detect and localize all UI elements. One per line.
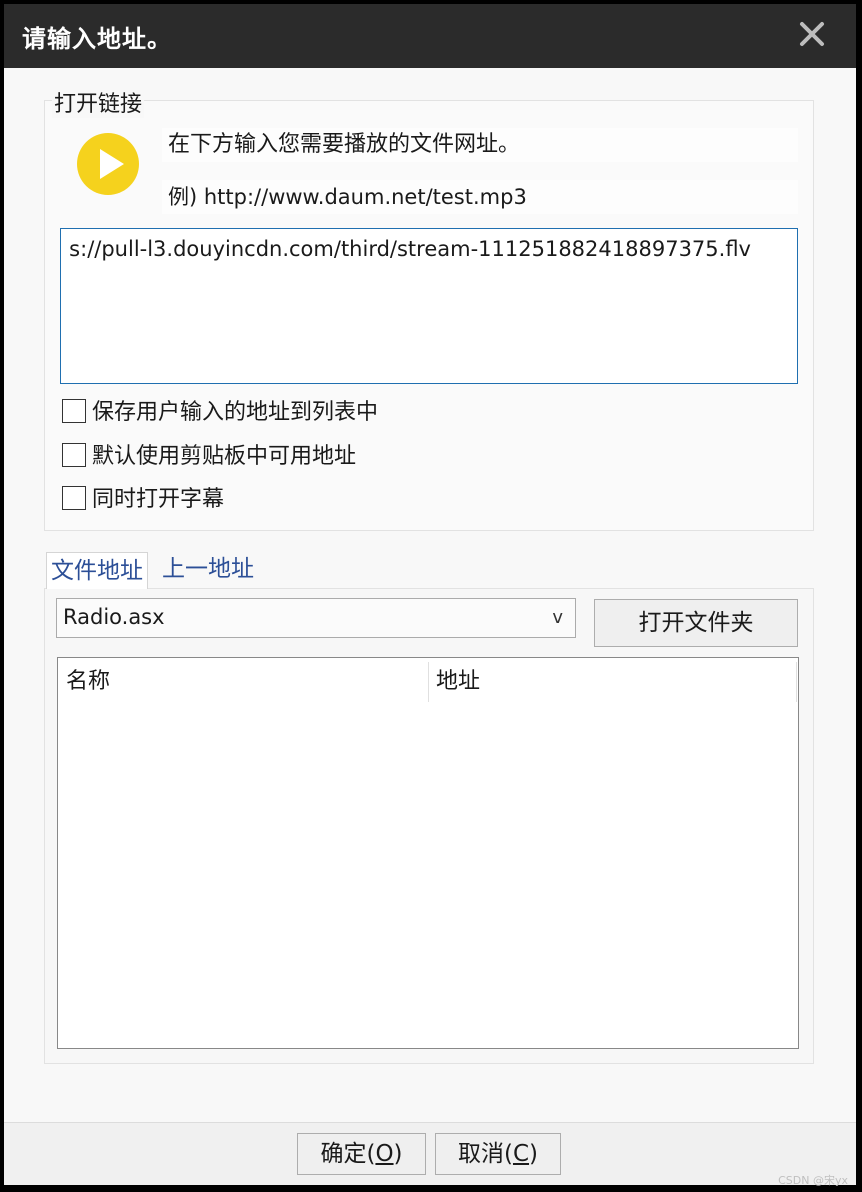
checkbox-box[interactable] xyxy=(62,486,86,510)
use-clipboard-checkbox[interactable]: 默认使用剪贴板中可用地址 xyxy=(62,442,356,472)
url-input-value: s://pull-l3.douyincdn.com/third/stream-1… xyxy=(69,237,751,261)
chevron-down-icon[interactable]: v xyxy=(552,607,563,628)
watermark: CSDN @宋yx xyxy=(778,1174,848,1187)
example-text: 例) http://www.daum.net/test.mp3 xyxy=(162,180,798,214)
checkbox-box[interactable] xyxy=(62,399,86,423)
open-folder-button[interactable]: 打开文件夹 xyxy=(594,599,798,647)
column-divider xyxy=(796,662,797,702)
dialog-title: 请输入地址。 xyxy=(22,25,172,53)
use-clipboard-label: 默认使用剪贴板中可用地址 xyxy=(92,444,357,469)
open-subtitle-checkbox[interactable]: 同时打开字幕 xyxy=(62,485,224,515)
play-icon xyxy=(77,133,139,195)
dialog-footer xyxy=(4,1122,856,1185)
column-header-name[interactable]: 名称 xyxy=(66,664,110,700)
checkbox-box[interactable] xyxy=(62,443,86,467)
instruction-text: 在下方输入您需要播放的文件网址。 xyxy=(162,128,798,162)
cancel-accelerator: C xyxy=(512,1141,530,1167)
column-header-address[interactable]: 地址 xyxy=(436,664,480,700)
dialog-window: 请输入地址。 打开链接 在下方输入您需要播放的文件网址。 例) http://w… xyxy=(4,4,856,1187)
file-combo-box[interactable]: Radio.asx v xyxy=(56,598,576,638)
open-link-legend: 打开链接 xyxy=(52,86,145,118)
combo-value: Radio.asx xyxy=(63,605,165,629)
file-list[interactable]: 名称 地址 xyxy=(57,657,799,1049)
save-to-list-checkbox[interactable]: 保存用户输入的地址到列表中 xyxy=(62,398,378,428)
title-bar: 请输入地址。 xyxy=(4,4,856,68)
cancel-label: 取消( xyxy=(457,1141,513,1167)
close-icon[interactable] xyxy=(794,16,830,52)
column-divider[interactable] xyxy=(428,662,429,702)
ok-accelerator: O xyxy=(375,1141,394,1167)
ok-button[interactable]: 确定(O) xyxy=(297,1133,426,1175)
save-to-list-label: 保存用户输入的地址到列表中 xyxy=(92,400,379,425)
url-input[interactable]: s://pull-l3.douyincdn.com/third/stream-1… xyxy=(60,228,798,384)
ok-label-close: ) xyxy=(393,1141,403,1167)
cancel-label-close: ) xyxy=(529,1141,539,1167)
tab-file-address[interactable]: 文件地址 xyxy=(46,552,148,589)
open-subtitle-label: 同时打开字幕 xyxy=(92,487,225,512)
cancel-button[interactable]: 取消(C) xyxy=(435,1133,561,1175)
ok-label: 确定( xyxy=(320,1141,376,1167)
tab-recent-address[interactable]: 上一地址 xyxy=(158,551,258,587)
